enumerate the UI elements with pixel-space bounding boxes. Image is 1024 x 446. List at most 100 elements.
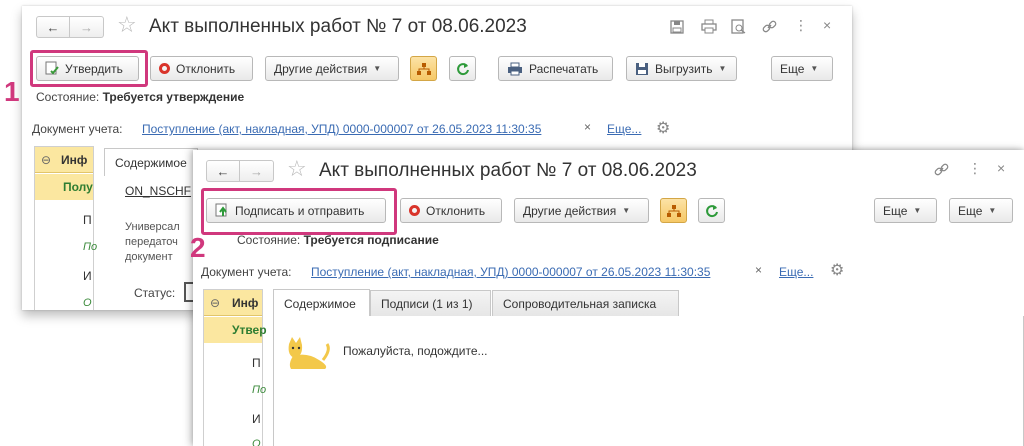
left-panel-item[interactable]: О (252, 438, 261, 446)
export-label: Выгрузить (655, 61, 713, 76)
chevron-down-icon: ▼ (913, 206, 922, 215)
status-value: Требуется подписание (303, 233, 439, 247)
menu-dots-icon[interactable]: ⋮ (794, 17, 808, 34)
forward-arrow-icon: → (250, 163, 263, 179)
tab-label: Подписи (1 из 1) (381, 296, 473, 311)
favorite-star-icon[interactable]: ☆ (287, 156, 307, 182)
status-label: Состояние: (36, 90, 100, 104)
export-icon (635, 62, 649, 76)
left-panel-item[interactable]: И (252, 412, 261, 426)
more-button-2[interactable]: Еще ▼ (949, 198, 1013, 223)
wait-text: Пожалуйста, подождите... (343, 344, 488, 358)
left-panel-title: Инф (232, 296, 259, 310)
close-icon[interactable]: × (823, 17, 831, 33)
left-panel-item[interactable]: И (83, 269, 92, 283)
printer-icon (507, 62, 523, 76)
tab-content[interactable]: Содержимое (273, 289, 370, 317)
chevron-down-icon: ▼ (622, 206, 631, 215)
chevron-down-icon: ▼ (373, 64, 382, 73)
highlight-approve (30, 50, 148, 87)
reject-button[interactable]: Отклонить (400, 198, 502, 223)
left-panel: ⊖ Инф Утвер П По И О (203, 289, 267, 446)
back-arrow-icon: ← (216, 163, 230, 179)
status-row: Состояние: Требуется подписание (237, 233, 439, 247)
doc-label: Документ учета: (32, 122, 123, 136)
refresh-button[interactable] (698, 198, 725, 223)
left-panel-item[interactable]: По (252, 384, 266, 396)
left-panel-item[interactable]: П (252, 356, 261, 370)
waiting-cat-icon (288, 337, 330, 369)
forward-button[interactable]: → (240, 160, 274, 182)
tab-label: Сопроводительная записка (503, 296, 657, 311)
left-panel-item[interactable]: П (83, 213, 92, 227)
settings-gear-icon[interactable]: ⚙ (656, 118, 670, 138)
doc-more-link[interactable]: Еще... (607, 122, 641, 136)
reject-icon (159, 63, 170, 74)
collapse-icon[interactable]: ⊖ (41, 153, 51, 167)
print-button[interactable]: Распечатать (498, 56, 613, 81)
clear-icon[interactable]: × (584, 120, 591, 134)
reject-label: Отклонить (176, 61, 236, 76)
doc-row: Документ учета: (32, 122, 122, 136)
settings-gear-icon[interactable]: ⚙ (830, 260, 844, 280)
more-button-1[interactable]: Еще ▼ (874, 198, 937, 223)
status-label: Состояние: (237, 233, 301, 247)
window-title: Акт выполненных работ № 7 от 08.06.2023 (319, 160, 697, 181)
step-number-1: 1 (4, 76, 20, 107)
left-panel: ⊖ Инф Полу П По И О (34, 146, 97, 310)
link-icon[interactable] (934, 162, 949, 177)
left-panel-item[interactable]: По (83, 241, 97, 253)
forward-button[interactable]: → (70, 16, 104, 38)
left-panel-header: ⊖ Инф (204, 290, 262, 316)
doc-more-link[interactable]: Еще... (779, 265, 813, 279)
forward-arrow-icon: → (80, 19, 93, 35)
other-actions-button[interactable]: Другие действия ▼ (265, 56, 399, 81)
more-button[interactable]: Еще ▼ (771, 56, 833, 81)
link-icon[interactable] (762, 19, 777, 34)
doc-link[interactable]: Поступление (акт, накладная, УПД) 0000-0… (311, 265, 710, 279)
doc-description: Универсал передаточ документ (125, 220, 180, 265)
desc-line: передаточ (125, 236, 178, 248)
chevron-down-icon: ▼ (718, 64, 727, 73)
hierarchy-icon (416, 62, 431, 75)
other-actions-label: Другие действия (523, 203, 617, 218)
status-row: Состояние: Требуется утверждение (36, 90, 244, 104)
structure-button[interactable] (660, 198, 687, 223)
back-button[interactable]: ← (206, 160, 240, 182)
tab-signatures[interactable]: Подписи (1 из 1) (370, 290, 491, 316)
highlight-sign-send (201, 188, 397, 235)
menu-dots-icon[interactable]: ⋮ (968, 160, 982, 177)
favorite-star-icon[interactable]: ☆ (117, 12, 137, 38)
tab-content[interactable]: Содержимое (104, 148, 198, 176)
left-panel-header: ⊖ Инф (35, 147, 93, 173)
reject-button[interactable]: Отклонить (150, 56, 253, 81)
left-panel-sub[interactable]: Полу (35, 174, 93, 200)
chevron-down-icon: ▼ (988, 206, 997, 215)
clear-icon[interactable]: × (755, 263, 762, 277)
hierarchy-icon (666, 204, 681, 217)
desc-line: документ (125, 251, 173, 263)
format-code: ON_NSCHF (125, 184, 192, 198)
left-panel-sub-label: Утвер (232, 323, 267, 337)
refresh-button[interactable] (449, 56, 476, 81)
collapse-icon[interactable]: ⊖ (210, 296, 220, 310)
left-panel-sub[interactable]: Утвер (204, 317, 267, 343)
other-actions-label: Другие действия (274, 61, 368, 76)
print-icon[interactable] (701, 19, 717, 34)
left-panel-title: Инф (61, 153, 88, 167)
save-icon[interactable] (670, 20, 684, 34)
back-button[interactable]: ← (36, 16, 70, 38)
doc-link[interactable]: Поступление (акт, накладная, УПД) 0000-0… (142, 122, 541, 136)
more-label: Еще (780, 61, 805, 76)
structure-button[interactable] (410, 56, 437, 81)
back-arrow-icon: ← (46, 19, 60, 35)
refresh-icon (456, 62, 469, 75)
left-panel-item[interactable]: О (83, 297, 92, 309)
more-label: Еще (883, 203, 908, 218)
tab-cover-note[interactable]: Сопроводительная записка (492, 290, 679, 316)
reject-label: Отклонить (426, 203, 486, 218)
close-icon[interactable]: × (997, 160, 1005, 176)
preview-icon[interactable] (731, 19, 746, 34)
other-actions-button[interactable]: Другие действия ▼ (514, 198, 649, 223)
export-button[interactable]: Выгрузить ▼ (626, 56, 737, 81)
